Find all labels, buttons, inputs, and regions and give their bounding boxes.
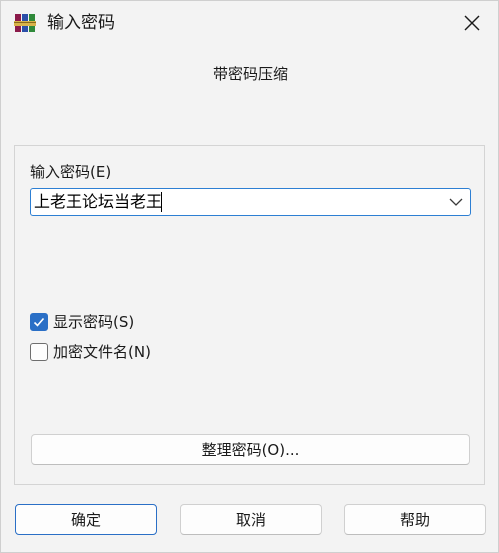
password-combobox[interactable] (30, 188, 471, 216)
encrypt-filenames-row[interactable]: 加密文件名(N) (30, 341, 151, 363)
help-button[interactable]: 帮助 (344, 504, 486, 535)
organize-passwords-button[interactable]: 整理密码(O)... (31, 434, 470, 465)
encrypt-filenames-label[interactable]: 加密文件名(N) (53, 342, 151, 362)
show-password-row[interactable]: 显示密码(S) (30, 311, 134, 333)
show-password-checkbox[interactable] (30, 313, 48, 331)
close-icon (464, 15, 480, 31)
title-bar[interactable]: 输入密码 (1, 1, 498, 45)
checkmark-icon (33, 317, 45, 327)
close-button[interactable] (452, 6, 492, 40)
window-title: 输入密码 (47, 13, 115, 33)
cancel-button[interactable]: 取消 (180, 504, 322, 535)
password-label: 输入密码(E) (30, 163, 112, 181)
password-dialog: 输入密码 带密码压缩 输入密码(E) 显示密码(S) 加密文件名(N) 整理密码… (0, 0, 499, 553)
chevron-down-icon[interactable] (448, 195, 464, 209)
ok-button[interactable]: 确定 (15, 504, 157, 535)
winrar-books-icon (14, 14, 36, 32)
password-input[interactable] (34, 191, 434, 213)
text-cursor (161, 192, 162, 212)
show-password-label[interactable]: 显示密码(S) (53, 312, 134, 332)
encrypt-filenames-checkbox[interactable] (30, 343, 48, 361)
dialog-heading: 带密码压缩 (212, 65, 288, 83)
